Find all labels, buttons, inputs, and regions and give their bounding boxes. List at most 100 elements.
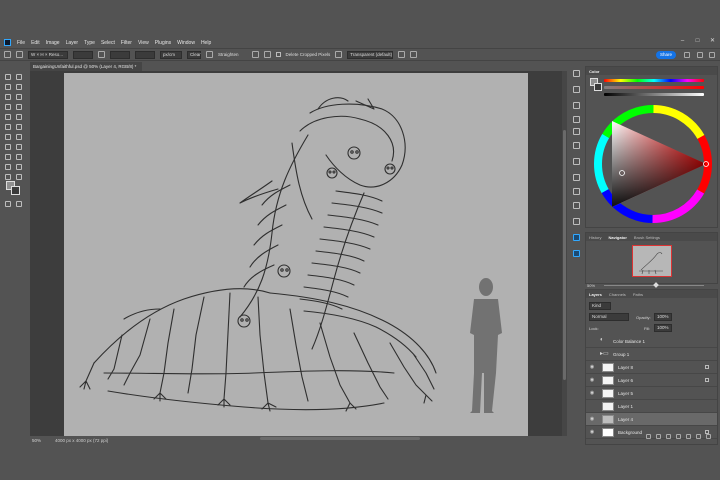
eye-icon[interactable]: ◉	[588, 364, 596, 370]
menu-filter[interactable]: Filter	[121, 40, 132, 46]
cancel-icon[interactable]	[410, 51, 418, 58]
hand-tool-icon[interactable]	[16, 164, 22, 170]
eye-icon[interactable]: ◉	[588, 390, 596, 396]
settings-gear-icon[interactable]	[263, 51, 271, 58]
layer-row[interactable]: ◉ Layer 5	[586, 387, 717, 400]
shape-tool-icon[interactable]	[5, 164, 11, 170]
document-canvas[interactable]	[64, 73, 528, 436]
lasso-tool-icon[interactable]	[5, 84, 11, 90]
brightness-slider[interactable]	[604, 93, 704, 96]
menu-file[interactable]: File	[17, 40, 25, 46]
swap-icon[interactable]	[98, 51, 105, 58]
eye-icon[interactable]: ◉	[588, 377, 596, 383]
adjustments-panel-icon[interactable]	[573, 102, 580, 109]
new-group-icon[interactable]	[686, 434, 691, 439]
menu-layer[interactable]: Layer	[66, 40, 79, 46]
home-icon[interactable]	[4, 51, 11, 58]
glyphs-panel-icon[interactable]	[573, 174, 580, 181]
tab-paths[interactable]: Paths	[633, 292, 643, 297]
menu-image[interactable]: Image	[46, 40, 60, 46]
menu-window[interactable]: Window	[177, 40, 195, 46]
type-tool-icon[interactable]	[5, 154, 11, 160]
layer-mask-icon[interactable]	[666, 434, 671, 439]
crop-width-field[interactable]	[73, 50, 93, 59]
layer-style-icon[interactable]	[656, 434, 661, 439]
crop-tool-icon[interactable]	[16, 51, 23, 58]
tab-color[interactable]: Color	[589, 69, 599, 74]
layer-row[interactable]: ▸▭ Group 1	[586, 348, 717, 361]
dodge-tool-icon[interactable]	[5, 144, 11, 150]
new-layer-icon[interactable]	[696, 434, 701, 439]
content-aware-icon[interactable]	[335, 51, 343, 58]
blur-tool-icon[interactable]	[16, 134, 22, 140]
minimize-icon[interactable]: –	[679, 38, 686, 45]
tool-presets-panel-icon[interactable]	[573, 218, 580, 225]
gradient-tool-icon[interactable]	[5, 134, 11, 140]
quick-select-tool-icon[interactable]	[16, 84, 22, 90]
share-button[interactable]: Share	[656, 51, 676, 59]
layer-comps-panel-icon[interactable]	[573, 250, 580, 257]
delete-cropped-checkbox[interactable]	[275, 52, 281, 57]
path-select-tool-icon[interactable]	[16, 154, 22, 160]
character-panel-icon[interactable]	[573, 116, 580, 123]
eraser-tool-icon[interactable]	[16, 124, 22, 130]
crop-tool-icon[interactable]	[5, 94, 11, 100]
tab-layers[interactable]: Layers	[589, 292, 602, 297]
layer-row[interactable]: ◉ Layer 6	[586, 374, 717, 387]
saturation-slider[interactable]	[604, 86, 704, 89]
learn-icon[interactable]	[697, 52, 703, 58]
resolution-units-select[interactable]: px/cm	[160, 50, 182, 59]
tab-navigator[interactable]: Navigator	[608, 235, 626, 240]
document-info[interactable]: 4000 px x 4000 px (72 ppi)	[55, 438, 108, 443]
marquee-tool-icon[interactable]	[16, 74, 22, 80]
navigator-thumbnail[interactable]	[632, 245, 672, 277]
menu-help[interactable]: Help	[201, 40, 211, 46]
eye-icon[interactable]: ◉	[588, 416, 596, 422]
clone-stamp-tool-icon[interactable]	[16, 114, 22, 120]
blend-mode-select[interactable]: Normal	[589, 313, 629, 321]
horizontal-scrollbar-thumb[interactable]	[260, 437, 420, 440]
swatches-panel-icon[interactable]	[573, 86, 580, 93]
3d-panel-icon[interactable]	[573, 234, 580, 241]
grid-overlay-icon[interactable]	[251, 51, 259, 58]
menu-select[interactable]: Select	[101, 40, 115, 46]
frame-tool-icon[interactable]	[16, 94, 22, 100]
eyedropper-tool-icon[interactable]	[5, 104, 11, 110]
layer-row[interactable]: Layer 1	[586, 400, 717, 413]
healing-brush-tool-icon[interactable]	[16, 104, 22, 110]
link-layers-icon[interactable]	[646, 434, 651, 439]
screen-mode-icon[interactable]	[16, 201, 22, 207]
menu-view[interactable]: View	[138, 40, 149, 46]
layer-filter-select[interactable]: Kind	[589, 302, 611, 310]
close-icon[interactable]: ✕	[709, 38, 716, 45]
workspace-icon[interactable]	[709, 52, 715, 58]
move-tool-icon[interactable]	[5, 74, 11, 80]
document-tab[interactable]: BargainingUnfaithful.psd @ 50% (Layer 4,…	[30, 62, 142, 71]
more-tools-icon[interactable]	[16, 174, 22, 180]
maximize-icon[interactable]: □	[694, 38, 701, 45]
reset-icon[interactable]	[398, 51, 406, 58]
search-icon[interactable]	[684, 52, 690, 58]
menu-edit[interactable]: Edit	[31, 40, 40, 46]
color-bg-swatch[interactable]	[594, 83, 602, 91]
fill-select[interactable]: Transparent (default)	[347, 50, 394, 59]
resolution-field[interactable]	[135, 50, 155, 59]
color-panel-icon[interactable]	[573, 70, 580, 77]
crop-ratio-select[interactable]: W × H × Reso...	[28, 50, 68, 59]
quick-mask-icon[interactable]	[5, 201, 11, 207]
hue-slider[interactable]	[604, 79, 704, 82]
menu-type[interactable]: Type	[84, 40, 95, 46]
trash-icon[interactable]	[706, 434, 711, 439]
patterns-panel-icon[interactable]	[573, 202, 580, 209]
layer-row[interactable]: ◉ Layer 8	[586, 361, 717, 374]
straighten-label[interactable]: Straighten	[218, 52, 239, 57]
layer-row[interactable]: ◐ Color Balance 1	[586, 335, 717, 348]
tab-brush-settings[interactable]: Brush Settings	[634, 235, 660, 240]
menu-plugins[interactable]: Plugins	[155, 40, 171, 46]
color-wheel[interactable]	[592, 103, 714, 225]
paragraph-panel-icon[interactable]	[573, 128, 580, 135]
fill-field[interactable]: 100%	[654, 324, 672, 332]
tab-channels[interactable]: Channels	[609, 292, 626, 297]
navigator-zoom[interactable]: 50%	[587, 283, 595, 288]
clear-button[interactable]: Clear	[187, 50, 201, 59]
